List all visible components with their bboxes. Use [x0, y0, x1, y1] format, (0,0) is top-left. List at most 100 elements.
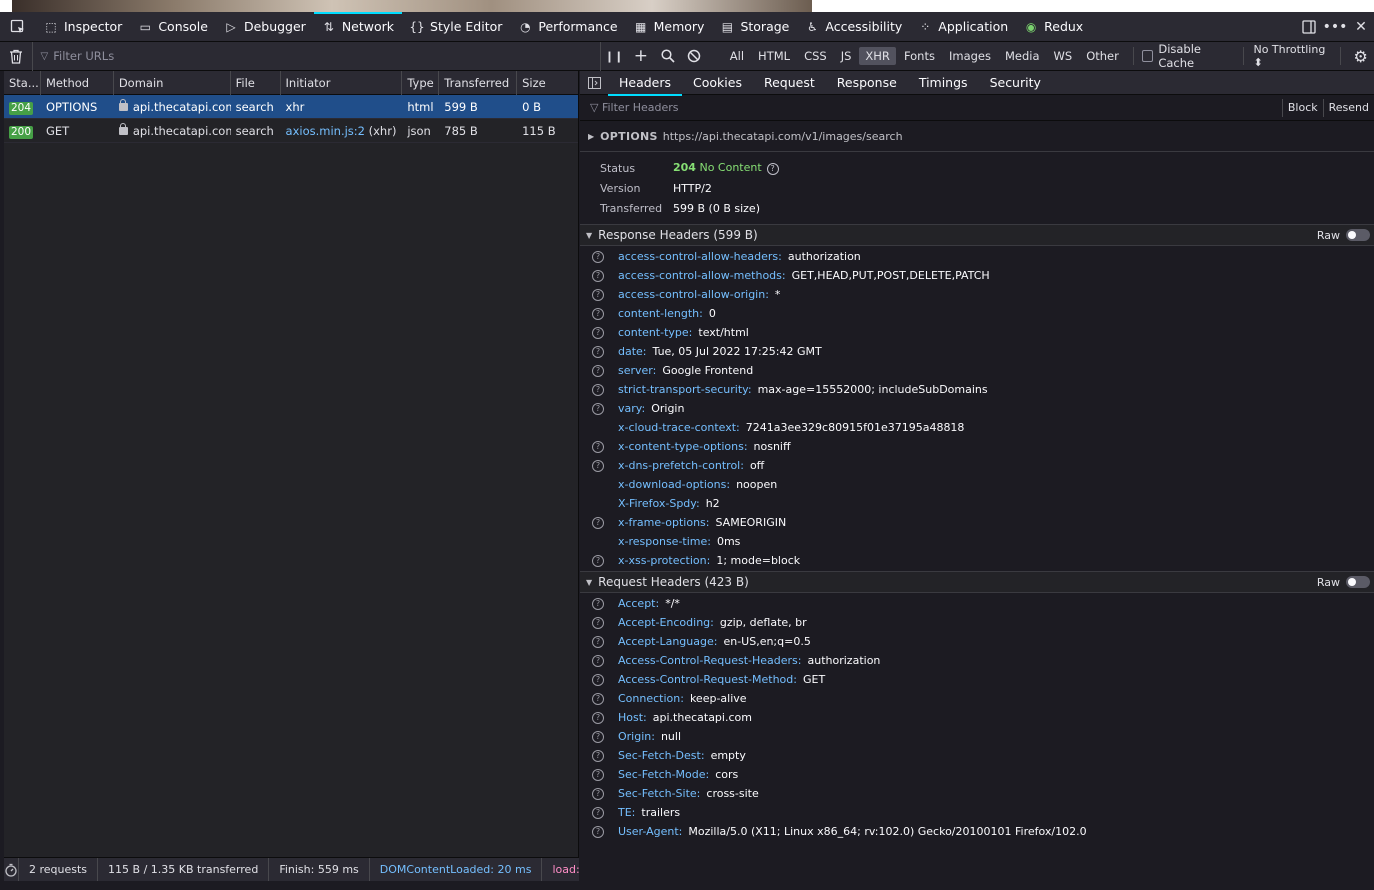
header-row[interactable]: ? Accept: */* — [580, 594, 1374, 613]
filter-ws[interactable]: WS — [1048, 47, 1079, 65]
header-row[interactable]: ? date: Tue, 05 Jul 2022 17:25:42 GMT — [580, 342, 1374, 361]
tab-inspector[interactable]: ⬚ Inspector — [36, 12, 130, 42]
table-row[interactable]: 204 OPTIONS api.thecatapi.com search xhr html… — [4, 95, 578, 119]
header-row[interactable]: ? x-cloud-trace-context: 7241a3ee329c80915… — [580, 418, 1374, 437]
help-icon[interactable]: ? — [592, 288, 604, 301]
header-row[interactable]: ? Accept-Language: en-US,en;q=0.5 — [580, 632, 1374, 651]
filter-images[interactable]: Images — [943, 47, 997, 65]
request-summary[interactable]: ▶ OPTIONS https://api.thecatapi.com/v1/i… — [580, 121, 1374, 152]
header-row[interactable]: ? content-type: text/html — [580, 323, 1374, 342]
help-icon[interactable]: ? — [592, 364, 604, 377]
raw-toggle[interactable]: Raw — [1317, 229, 1370, 242]
filter-other[interactable]: Other — [1080, 47, 1125, 65]
header-row[interactable]: ? server: Google Frontend — [580, 361, 1374, 380]
details-tab-request[interactable]: Request — [753, 71, 826, 95]
column-header[interactable]: Initiator — [281, 71, 403, 95]
help-icon[interactable]: ? — [592, 326, 604, 339]
details-tab-security[interactable]: Security — [979, 71, 1052, 95]
tab-performance[interactable]: ◔ Performance — [510, 12, 625, 42]
header-row[interactable]: ? Origin: null — [580, 727, 1374, 746]
help-icon[interactable]: ? — [592, 459, 604, 472]
filter-media[interactable]: Media — [999, 47, 1046, 65]
help-icon[interactable]: ? — [592, 307, 604, 320]
help-icon[interactable]: ? — [592, 516, 604, 529]
help-icon[interactable]: ? — [592, 654, 604, 667]
help-icon[interactable]: ? — [592, 269, 604, 282]
tab-redux[interactable]: ◉ Redux — [1016, 12, 1091, 42]
column-header[interactable]: Method — [41, 71, 114, 95]
header-row[interactable]: ? TE: trailers — [580, 803, 1374, 822]
header-row[interactable]: ? Sec-Fetch-Site: cross-site — [580, 784, 1374, 803]
help-icon[interactable]: ? — [592, 383, 604, 396]
filter-js[interactable]: JS — [835, 47, 858, 65]
disable-cache-checkbox[interactable]: Disable Cache — [1141, 42, 1237, 70]
header-row[interactable]: ? access-control-allow-origin: * — [580, 285, 1374, 304]
help-icon[interactable]: ? — [592, 402, 604, 415]
help-icon[interactable]: ? — [592, 635, 604, 648]
clear-button[interactable] — [0, 41, 33, 71]
help-icon[interactable]: ? — [766, 163, 779, 175]
filter-fonts[interactable]: Fonts — [898, 47, 941, 65]
help-icon[interactable]: ? — [592, 616, 604, 629]
header-row[interactable]: ? content-length: 0 — [580, 304, 1374, 323]
help-icon[interactable]: ? — [592, 749, 604, 762]
block-requests-button[interactable] — [681, 42, 708, 71]
header-row[interactable]: ? Sec-Fetch-Mode: cors — [580, 765, 1374, 784]
search-button[interactable] — [654, 42, 681, 71]
initiator-text[interactable]: axios.min.js:2 — [286, 124, 365, 138]
header-row[interactable]: ? Access-Control-Request-Method: GET — [580, 670, 1374, 689]
header-row[interactable]: ? Accept-Encoding: gzip, deflate, br — [580, 613, 1374, 632]
header-row[interactable]: ? Sec-Fetch-Dest: empty — [580, 746, 1374, 765]
close-devtools-button[interactable]: ✕ — [1348, 12, 1374, 42]
header-row[interactable]: ? strict-transport-security: max-age=15552… — [580, 380, 1374, 399]
help-icon[interactable]: ? — [592, 250, 604, 263]
column-header[interactable]: Type — [402, 71, 440, 95]
header-row[interactable]: ? X-Firefox-Spdy: h2 — [580, 494, 1374, 513]
help-icon[interactable]: ? — [592, 768, 604, 781]
help-icon[interactable]: ? — [592, 711, 604, 724]
details-tab-timings[interactable]: Timings — [908, 71, 979, 95]
header-row[interactable]: ? Connection: keep-alive — [580, 689, 1374, 708]
tab-memory[interactable]: ▦ Memory — [626, 12, 713, 42]
header-row[interactable]: ? x-content-type-options: nosniff — [580, 437, 1374, 456]
column-header[interactable]: File — [231, 71, 281, 95]
pause-button[interactable]: ❙❙ — [601, 42, 628, 71]
help-icon[interactable]: ? — [592, 673, 604, 686]
tab-storage[interactable]: ▤ Storage — [712, 12, 797, 42]
column-header[interactable]: Transferred — [439, 71, 518, 95]
header-row[interactable]: ? access-control-allow-headers: authorizat… — [580, 247, 1374, 266]
help-icon[interactable]: ? — [592, 345, 604, 358]
filter-xhr[interactable]: XHR — [859, 47, 896, 65]
help-icon[interactable]: ? — [592, 440, 604, 453]
header-row[interactable]: ? Access-Control-Request-Headers: authoriz… — [580, 651, 1374, 670]
filter-urls-input[interactable]: ▽ Filter URLs — [33, 41, 601, 71]
response-headers-section[interactable]: ▼ Response Headers (599 B) Raw — [580, 224, 1374, 246]
more-options-button[interactable]: ••• — [1322, 12, 1348, 42]
filter-css[interactable]: CSS — [798, 47, 833, 65]
header-row[interactable]: ? User-Agent: Mozilla/5.0 (X11; Linux x86_… — [580, 822, 1374, 841]
filter-html[interactable]: HTML — [752, 47, 796, 65]
header-row[interactable]: ? access-control-allow-methods: GET,HEAD,P… — [580, 266, 1374, 285]
help-icon[interactable]: ? — [592, 730, 604, 743]
filter-headers-input[interactable]: ▽ Filter Headers — [580, 101, 1282, 114]
throttling-select[interactable]: No Throttling ⬍ — [1253, 43, 1334, 69]
tab-network[interactable]: ⇅ Network — [313, 11, 403, 42]
request-headers-section[interactable]: ▼ Request Headers (423 B) Raw — [580, 571, 1374, 593]
details-tab-cookies[interactable]: Cookies — [682, 71, 753, 95]
details-tab-headers[interactable]: Headers — [608, 71, 683, 96]
header-row[interactable]: ? vary: Origin — [580, 399, 1374, 418]
tab-style-editor[interactable]: {} Style Editor — [402, 12, 510, 42]
help-icon[interactable]: ? — [592, 554, 604, 567]
tab-console[interactable]: ▭ Console — [130, 12, 216, 42]
help-icon[interactable]: ? — [592, 692, 604, 705]
column-header[interactable]: Domain — [114, 71, 231, 95]
help-icon[interactable]: ? — [592, 806, 604, 819]
tab-application[interactable]: ⁘ Application — [910, 12, 1016, 42]
header-row[interactable]: ? x-xss-protection: 1; mode=block — [580, 551, 1374, 570]
tab-debugger[interactable]: ▷ Debugger — [216, 12, 314, 42]
raw-toggle[interactable]: Raw — [1317, 576, 1370, 589]
header-row[interactable]: ? x-frame-options: SAMEORIGIN — [580, 513, 1374, 532]
filter-all[interactable]: All — [724, 47, 750, 65]
help-icon[interactable]: ? — [592, 787, 604, 800]
network-settings-button[interactable]: ⚙ — [1347, 42, 1374, 71]
